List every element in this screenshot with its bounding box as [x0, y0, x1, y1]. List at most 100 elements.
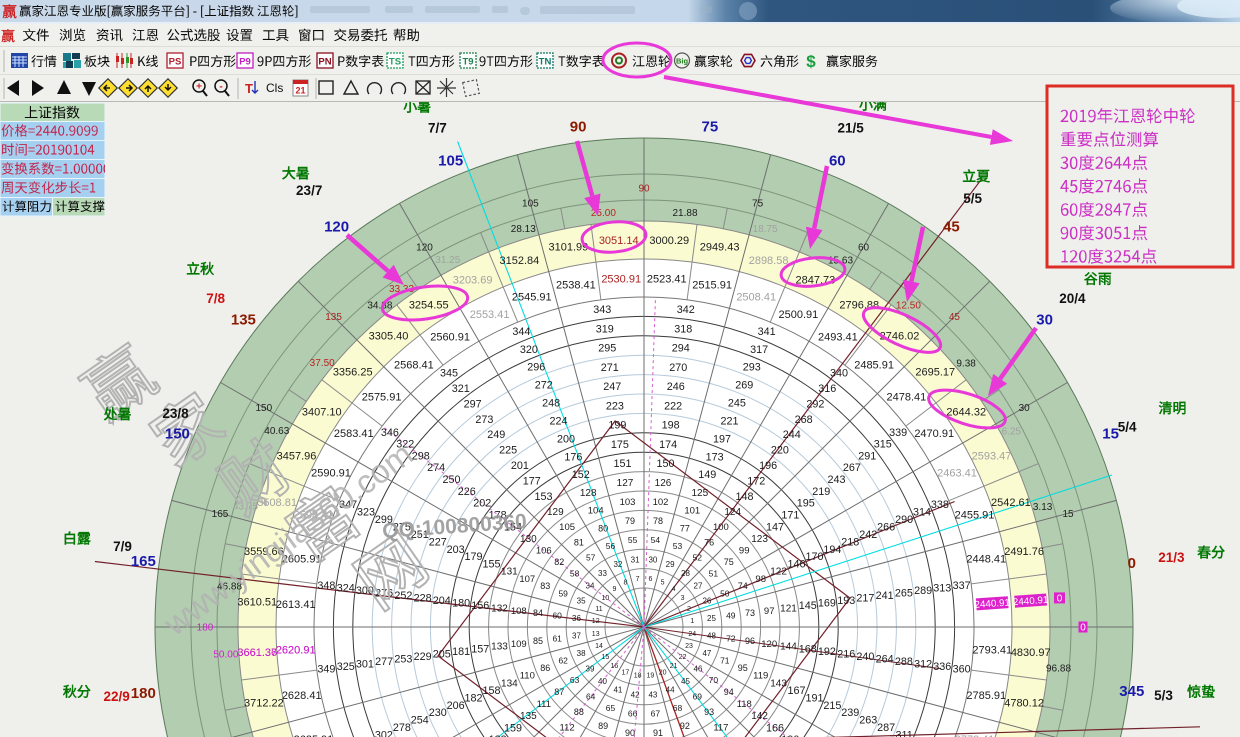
svg-text:72: 72 — [726, 633, 736, 643]
svg-text:20/4: 20/4 — [1059, 291, 1086, 306]
svg-text:PN: PN — [318, 57, 331, 68]
svg-text:349: 349 — [317, 664, 335, 676]
svg-text:3203.69: 3203.69 — [453, 274, 493, 286]
svg-text:100: 100 — [713, 522, 729, 533]
svg-text:0: 0 — [1128, 555, 1136, 572]
svg-text:25: 25 — [707, 614, 716, 623]
svg-text:45: 45 — [949, 312, 961, 323]
svg-text:45: 45 — [681, 677, 690, 686]
svg-text:266: 266 — [877, 522, 895, 534]
svg-text:206: 206 — [447, 700, 465, 712]
svg-text:89: 89 — [598, 721, 608, 731]
svg-text:79: 79 — [625, 516, 635, 526]
svg-text:218: 218 — [841, 536, 859, 548]
svg-text:295: 295 — [598, 343, 616, 355]
svg-text:312: 312 — [914, 659, 932, 671]
svg-text:56: 56 — [606, 541, 616, 551]
svg-text:105: 105 — [522, 199, 539, 210]
svg-text:83: 83 — [540, 581, 550, 591]
svg-text:20: 20 — [659, 669, 667, 676]
svg-text:171: 171 — [781, 510, 799, 522]
svg-text:167: 167 — [787, 685, 805, 697]
svg-text:125: 125 — [691, 488, 708, 499]
svg-text:30: 30 — [1036, 312, 1053, 329]
svg-text:TN: TN — [539, 57, 552, 68]
svg-text:143: 143 — [770, 678, 787, 689]
svg-text:96: 96 — [745, 636, 755, 646]
svg-text:2898.58: 2898.58 — [749, 255, 789, 267]
svg-text:60: 60 — [552, 611, 562, 621]
svg-text:270: 270 — [669, 362, 687, 374]
svg-text:41: 41 — [613, 686, 622, 695]
svg-text:93: 93 — [704, 707, 714, 717]
svg-text:173: 173 — [706, 451, 724, 463]
svg-text:81: 81 — [574, 537, 584, 547]
svg-text:344: 344 — [512, 326, 530, 338]
svg-text:36: 36 — [572, 614, 581, 623]
svg-text:18: 18 — [634, 673, 642, 680]
svg-text:118: 118 — [737, 699, 752, 710]
svg-text:321: 321 — [452, 383, 470, 395]
svg-text:7/8: 7/8 — [206, 291, 225, 306]
svg-text:254: 254 — [411, 715, 429, 727]
svg-text:4: 4 — [672, 586, 676, 593]
svg-text:2530.91: 2530.91 — [601, 274, 641, 286]
svg-text:316: 316 — [818, 383, 836, 395]
svg-text:112: 112 — [560, 723, 575, 734]
svg-text:80: 80 — [598, 523, 608, 533]
svg-text:3.13: 3.13 — [1033, 502, 1053, 513]
svg-text:105: 105 — [559, 522, 575, 533]
svg-text:272: 272 — [535, 380, 553, 392]
svg-text:90: 90 — [570, 118, 587, 135]
svg-text:336: 336 — [933, 661, 951, 673]
svg-text:53: 53 — [673, 541, 683, 551]
svg-text:92: 92 — [680, 721, 690, 731]
svg-text:32: 32 — [613, 560, 622, 569]
svg-text:127: 127 — [617, 478, 634, 489]
svg-text:31.25: 31.25 — [435, 255, 460, 266]
svg-text:40.63: 40.63 — [264, 426, 289, 437]
svg-text:278: 278 — [393, 722, 411, 734]
svg-text:2491.76: 2491.76 — [1004, 546, 1044, 558]
svg-text:149: 149 — [698, 469, 716, 481]
svg-text:146: 146 — [787, 559, 805, 571]
svg-text:341: 341 — [758, 326, 776, 338]
svg-text:246: 246 — [667, 381, 685, 393]
svg-text:134: 134 — [501, 678, 518, 689]
svg-text:269: 269 — [735, 380, 753, 392]
svg-text:325: 325 — [337, 661, 355, 673]
svg-text:21.88: 21.88 — [672, 208, 697, 219]
svg-text:222: 222 — [664, 400, 682, 412]
svg-text:340: 340 — [830, 368, 848, 380]
svg-text:47: 47 — [702, 649, 711, 658]
svg-text:289: 289 — [914, 585, 932, 597]
svg-text:204: 204 — [433, 595, 451, 607]
svg-text:196: 196 — [759, 460, 777, 472]
svg-text:2545.91: 2545.91 — [512, 291, 552, 303]
svg-text:132: 132 — [491, 604, 508, 615]
svg-text:123: 123 — [751, 534, 768, 545]
svg-text:15: 15 — [1062, 509, 1074, 520]
svg-text:195: 195 — [797, 498, 815, 510]
svg-text:110: 110 — [520, 671, 535, 682]
svg-text:318: 318 — [674, 324, 692, 336]
svg-text:11: 11 — [595, 606, 602, 613]
svg-text:264: 264 — [876, 654, 894, 666]
svg-text:216: 216 — [837, 648, 855, 660]
svg-text:67: 67 — [651, 709, 661, 719]
svg-text:250: 250 — [442, 474, 460, 486]
svg-text:221: 221 — [720, 416, 738, 428]
svg-text:16: 16 — [611, 663, 619, 670]
svg-text:130: 130 — [520, 534, 537, 545]
svg-text:239: 239 — [841, 707, 859, 719]
svg-text:98: 98 — [755, 574, 766, 585]
svg-text:T9: T9 — [462, 57, 473, 68]
svg-text:107: 107 — [519, 574, 535, 585]
svg-text:44: 44 — [666, 686, 675, 695]
svg-text:23/7: 23/7 — [296, 183, 322, 198]
svg-text:102: 102 — [653, 497, 669, 508]
svg-text:71: 71 — [720, 656, 730, 666]
svg-text:66: 66 — [628, 709, 638, 719]
svg-text:268: 268 — [795, 414, 813, 426]
svg-text:131: 131 — [501, 567, 518, 578]
